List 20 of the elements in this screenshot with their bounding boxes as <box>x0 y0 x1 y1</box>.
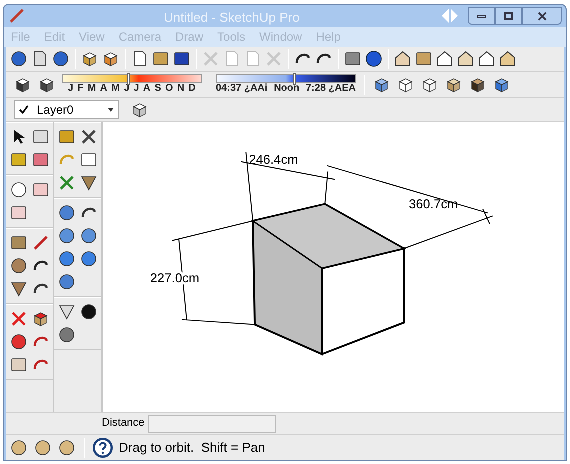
noon-label: Noon <box>274 83 300 95</box>
month-label: M <box>88 83 96 95</box>
dimension-label: 246.4cm <box>249 152 298 167</box>
measurement-label: Distance <box>102 416 145 432</box>
sunset-time: 7:28 ¿ÀÈÄ <box>306 83 356 95</box>
window-title: Untitled - SketchUp Pro <box>164 9 300 27</box>
month-label: J <box>134 83 140 95</box>
month-label: O <box>165 83 174 95</box>
month-label: J <box>68 83 74 95</box>
month-label: A <box>100 83 108 95</box>
month-label: A <box>143 83 151 95</box>
status-text: Drag to orbit. Shift = Pan <box>119 438 266 457</box>
sunrise-time: 04:37 ¿ÀÀi <box>216 83 268 95</box>
month-label: D <box>188 83 196 95</box>
month-label: S <box>154 83 162 95</box>
layer-dropdown[interactable]: Layer0 <box>14 100 119 119</box>
month-label: M <box>112 83 120 95</box>
month-label: N <box>177 83 185 95</box>
dimension-label: 360.7cm <box>409 196 458 212</box>
month-label: F <box>78 83 84 95</box>
